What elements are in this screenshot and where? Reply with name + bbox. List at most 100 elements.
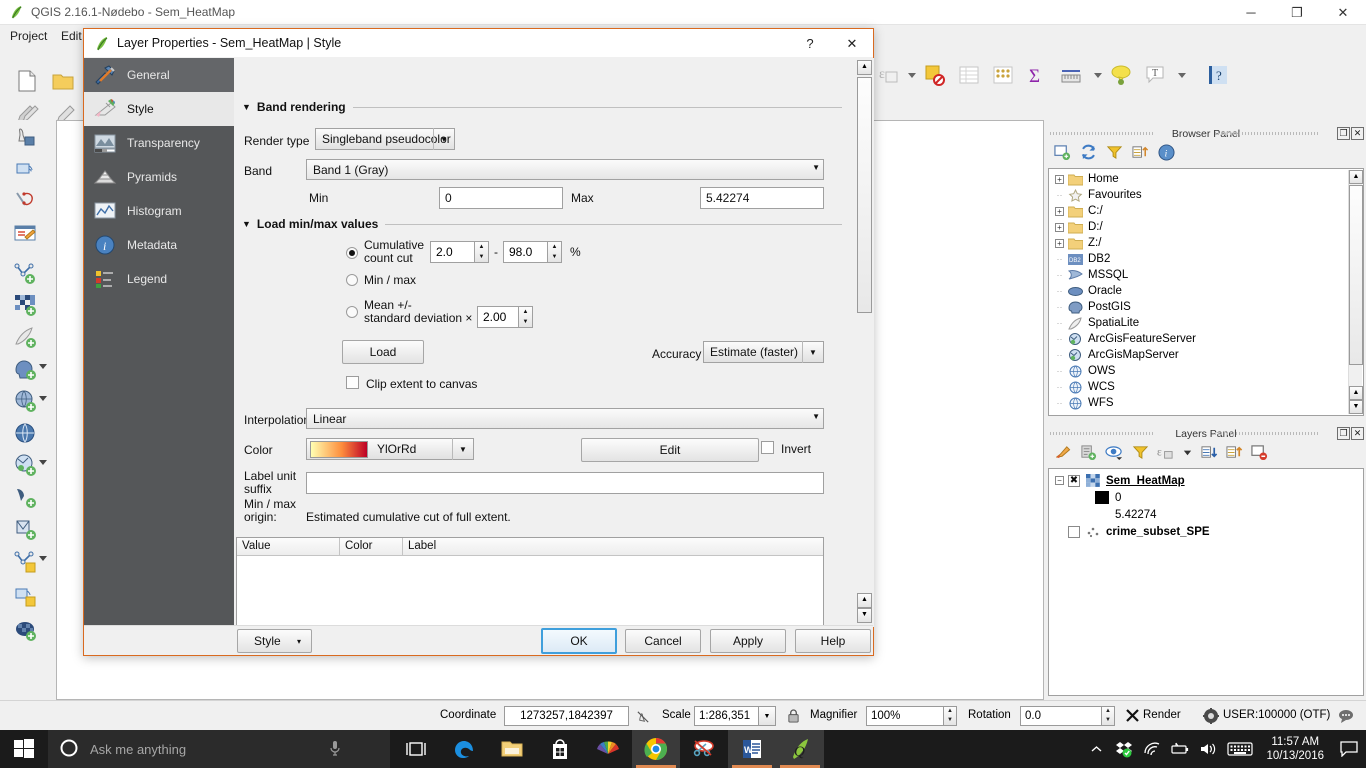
min-max-radio[interactable] [346, 274, 358, 286]
dialog-scroll-up-2-button[interactable]: ▲ [857, 593, 872, 608]
render-checkbox[interactable] [1126, 709, 1139, 725]
layer-item-5-42274[interactable]: 5.42274 [1049, 506, 1363, 523]
magnifier-stepper[interactable]: ▲▼ [944, 706, 957, 726]
add-raster-layer-icon[interactable] [12, 292, 38, 318]
menu-item-project[interactable]: Project [6, 28, 51, 44]
scale-dropdown-arrow[interactable]: ▼ [759, 706, 776, 726]
min-input[interactable]: 0 [439, 187, 563, 209]
render-type-select[interactable]: Singleband pseudocolor ▼ [315, 128, 455, 150]
open-attribute-form-icon[interactable] [12, 220, 38, 246]
expand-icon[interactable]: + [1055, 175, 1064, 184]
new-vector-layer-icon[interactable] [12, 260, 38, 286]
sidebar-item-style[interactable]: Style [84, 92, 234, 126]
browser-item-arcgismapserver[interactable]: ··ArcGisMapServer [1049, 347, 1363, 363]
add-group-icon[interactable] [1080, 444, 1097, 464]
wifi-icon[interactable] [1138, 730, 1166, 768]
chevron-down-icon-color-ramp[interactable]: ▼ [452, 438, 473, 460]
browser-item-spatialite[interactable]: ··SpatiaLite [1049, 315, 1363, 331]
edit-color-ramp-button[interactable]: Edit [581, 438, 759, 462]
browser-item-c[interactable]: +C:/ [1049, 203, 1363, 219]
layers-tree[interactable]: −✖Sem_HeatMap05.42274crime_subset_SPE [1048, 468, 1364, 696]
action-center-icon[interactable] [1332, 730, 1366, 768]
statistics-sigma-icon[interactable]: Σ [1024, 62, 1050, 88]
sidebar-item-transparency[interactable]: Transparency [84, 126, 234, 160]
mean-stddev-radio[interactable] [346, 306, 358, 318]
filter-icon[interactable] [1106, 144, 1123, 164]
layer-visibility-checkbox[interactable] [1068, 526, 1080, 538]
chevron-down-icon-3[interactable] [1170, 62, 1196, 88]
browser-scrollbar[interactable]: ▲ ▲ ▼ [1348, 170, 1362, 414]
snipping-tool-icon[interactable] [680, 730, 728, 768]
style-menu-button[interactable]: Style ▾ [237, 629, 312, 653]
browser-scroll-up-2-button[interactable]: ▲ [1349, 386, 1363, 400]
band-select[interactable]: Band 1 (Gray) ▼ [306, 159, 824, 180]
search-box[interactable]: Ask me anything [48, 730, 390, 768]
layers-panel-float-button[interactable]: ❐ [1337, 427, 1350, 440]
new-project-icon[interactable] [14, 68, 40, 94]
magnifier-input[interactable]: 100% [866, 706, 944, 726]
sidebar-item-general[interactable]: General [84, 58, 234, 92]
layers-panel-close-button[interactable]: ✕ [1351, 427, 1364, 440]
show-hidden-icons-icon[interactable] [1082, 730, 1110, 768]
layer-item-crime-subset-spe[interactable]: crime_subset_SPE [1049, 523, 1363, 540]
style-manager-icon[interactable] [1054, 444, 1072, 464]
crs-globe-icon[interactable] [1203, 708, 1219, 727]
clip-extent-checkbox[interactable] [346, 376, 359, 389]
task-view-icon[interactable] [392, 730, 440, 768]
remove-layer-icon[interactable] [1251, 444, 1268, 464]
add-arcgis-layer-icon[interactable] [12, 452, 38, 478]
attribute-table-icon[interactable] [956, 62, 982, 88]
collapse-all-layers-icon[interactable] [1226, 444, 1243, 464]
new-memory-layer-icon[interactable] [12, 548, 38, 574]
invert-checkbox[interactable] [761, 441, 774, 454]
browser-item-postgis[interactable]: ··PostGIS [1049, 299, 1363, 315]
add-polygon-layer-icon[interactable] [12, 516, 38, 542]
browser-scroll-thumb[interactable] [1349, 185, 1363, 365]
cortana-circle-icon[interactable] [60, 739, 78, 760]
expand-icon[interactable]: + [1055, 239, 1064, 248]
dialog-body-scrollbar[interactable]: ▲ ▲ ▼ [857, 60, 872, 623]
add-spatialite-layer-icon[interactable] [12, 324, 38, 350]
browser-item-arcgisfeatureserver[interactable]: ··ArcGisFeatureServer [1049, 331, 1363, 347]
cumulative-high-input[interactable]: 98.0 [503, 241, 548, 263]
browser-item-db2[interactable]: ··DB2DB2 [1049, 251, 1363, 267]
add-delimited-text-icon[interactable] [12, 484, 38, 510]
accuracy-select[interactable]: Estimate (faster) ▼ [703, 341, 824, 363]
cumulative-high-stepper[interactable]: ▲▼ [548, 241, 562, 263]
add-raster-from-db-icon[interactable] [12, 617, 38, 643]
edge-icon[interactable] [440, 730, 488, 768]
help-button[interactable]: Help [795, 629, 871, 653]
dialog-scroll-up-button[interactable]: ▲ [857, 60, 872, 75]
cumulative-low-input[interactable]: 2.0 [430, 241, 475, 263]
lock-icon[interactable] [787, 708, 800, 727]
chevron-down-icon-accuracy[interactable]: ▼ [802, 341, 823, 363]
map-tips-icon[interactable] [1108, 62, 1134, 88]
max-input[interactable]: 5.42274 [700, 187, 824, 209]
pan-map-selection-icon[interactable] [12, 125, 38, 151]
add-wms-layer-icon[interactable] [12, 388, 38, 414]
browser-item-wfs[interactable]: ··WFS [1049, 395, 1363, 411]
dialog-help-button[interactable]: ? [789, 29, 831, 58]
close-button[interactable]: ✕ [1320, 0, 1366, 25]
expand-icon[interactable]: + [1055, 223, 1064, 232]
measure-line-icon[interactable] [1058, 62, 1084, 88]
dropbox-icon[interactable] [1110, 730, 1138, 768]
sidebar-item-metadata[interactable]: i Metadata [84, 228, 234, 262]
browser-item-favourites[interactable]: ··Favourites [1049, 187, 1363, 203]
browser-scroll-up-button[interactable]: ▲ [1349, 170, 1363, 184]
new-virtual-layer-icon[interactable] [12, 582, 38, 608]
filter-legend-icon[interactable] [1132, 444, 1149, 464]
menu-item-edit[interactable]: Edit [57, 28, 86, 44]
color-ramp-select[interactable]: YlOrRd ▼ [306, 438, 474, 460]
expand-all-icon[interactable] [1201, 444, 1218, 464]
collapse-icon[interactable]: − [1055, 476, 1064, 485]
expression-select-icon[interactable]: ε [876, 62, 902, 88]
interpolation-select[interactable]: Linear ▼ [306, 408, 824, 429]
chevron-down-icon-band[interactable]: ▼ [812, 163, 820, 172]
file-explorer-icon[interactable] [488, 730, 536, 768]
browser-scroll-down-button[interactable]: ▼ [1349, 400, 1363, 414]
load-minmax-group-header[interactable]: ▼ Load min/max values [242, 217, 842, 231]
sidebar-item-legend[interactable]: Legend [84, 262, 234, 296]
browser-item-home[interactable]: +Home [1049, 171, 1363, 187]
properties-info-icon[interactable]: i [1158, 144, 1175, 164]
